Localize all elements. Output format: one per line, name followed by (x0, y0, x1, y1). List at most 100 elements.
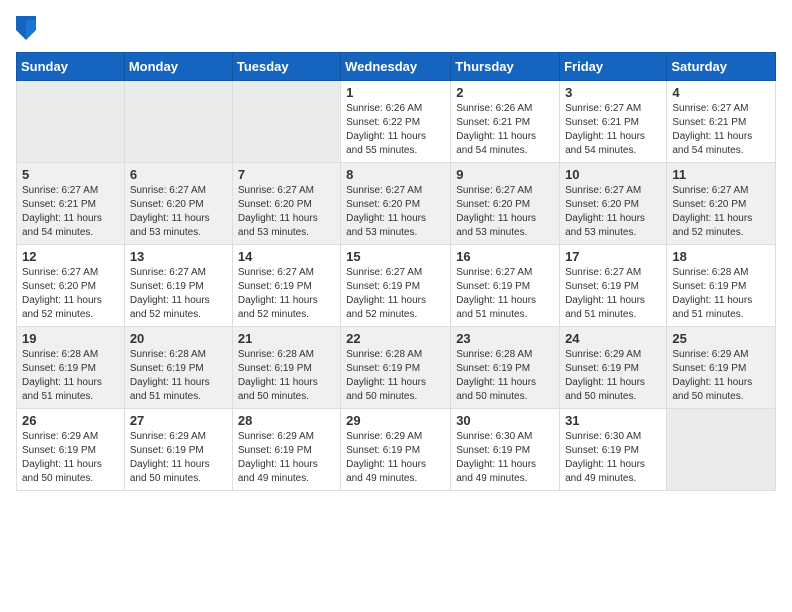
day-number: 18 (672, 249, 770, 264)
day-info: Sunrise: 6:28 AM Sunset: 6:19 PM Dayligh… (456, 348, 554, 404)
calendar-cell: 15Sunrise: 6:27 AM Sunset: 6:19 PM Dayli… (341, 245, 451, 327)
day-info: Sunrise: 6:29 AM Sunset: 6:19 PM Dayligh… (130, 430, 227, 486)
day-number: 14 (238, 249, 335, 264)
day-info: Sunrise: 6:27 AM Sunset: 6:20 PM Dayligh… (346, 184, 445, 240)
day-info: Sunrise: 6:27 AM Sunset: 6:21 PM Dayligh… (565, 102, 661, 158)
day-info: Sunrise: 6:27 AM Sunset: 6:20 PM Dayligh… (238, 184, 335, 240)
day-info: Sunrise: 6:27 AM Sunset: 6:20 PM Dayligh… (22, 266, 119, 322)
calendar-cell: 10 Sunrise: 6:27 AM Sunset: 6:20 PM Dayli… (560, 163, 667, 245)
day-info: Sunrise: 6:28 AM Sunset: 6:19 PM Dayligh… (130, 348, 227, 404)
day-number: 4 (672, 85, 770, 100)
day-info: Sunrise: 6:28 AM Sunset: 6:19 PM Dayligh… (238, 348, 335, 404)
day-number: 20 (130, 331, 227, 346)
day-number: 8 (346, 167, 445, 182)
day-number: 7 (238, 167, 335, 182)
calendar-cell: 16 Sunrise: 6:27 AM Sunset: 6:19 PM Dayli… (451, 245, 560, 327)
day-info: Sunrise: 6:27 AM Sunset: 6:21 PM Dayligh… (672, 102, 770, 158)
day-info: Sunrise: 6:27 AM Sunset: 6:20 PM Dayligh… (130, 184, 227, 240)
col-header-sunday: Sunday (17, 53, 125, 81)
day-number: 16 (456, 249, 554, 264)
calendar-cell: 21 Sunrise: 6:28 AM Sunset: 6:19 PM Dayli… (232, 327, 340, 409)
week-row-1: 1 Sunrise: 6:26 AM Sunset: 6:22 PM Daylig… (17, 81, 776, 163)
calendar-cell: 12Sunrise: 6:27 AM Sunset: 6:20 PM Dayli… (17, 245, 125, 327)
calendar-cell: 18Sunrise: 6:28 AM Sunset: 6:19 PM Dayli… (667, 245, 776, 327)
day-info: Sunrise: 6:27 AM Sunset: 6:20 PM Dayligh… (565, 184, 661, 240)
day-number: 19 (22, 331, 119, 346)
day-info: Sunrise: 6:29 AM Sunset: 6:19 PM Dayligh… (672, 348, 770, 404)
calendar-table: SundayMondayTuesdayWednesdayThursdayFrid… (16, 52, 776, 491)
day-number: 15 (346, 249, 445, 264)
day-number: 30 (456, 413, 554, 428)
calendar-cell: 30 Sunrise: 6:30 AM Sunset: 6:19 PM Dayli… (451, 409, 560, 491)
calendar-header: SundayMondayTuesdayWednesdayThursdayFrid… (17, 53, 776, 81)
day-info: Sunrise: 6:28 AM Sunset: 6:19 PM Dayligh… (346, 348, 445, 404)
day-info: Sunrise: 6:29 AM Sunset: 6:19 PM Dayligh… (238, 430, 335, 486)
day-number: 26 (22, 413, 119, 428)
day-info: Sunrise: 6:26 AM Sunset: 6:21 PM Dayligh… (456, 102, 554, 158)
col-header-friday: Friday (560, 53, 667, 81)
day-info: Sunrise: 6:27 AM Sunset: 6:21 PM Dayligh… (22, 184, 119, 240)
col-header-saturday: Saturday (667, 53, 776, 81)
calendar-cell: 31 Sunrise: 6:30 AM Sunset: 6:19 PM Dayli… (560, 409, 667, 491)
calendar-body: 1 Sunrise: 6:26 AM Sunset: 6:22 PM Daylig… (17, 81, 776, 491)
day-number: 10 (565, 167, 661, 182)
day-number: 29 (346, 413, 445, 428)
day-number: 27 (130, 413, 227, 428)
calendar-cell: 20 Sunrise: 6:28 AM Sunset: 6:19 PM Dayli… (124, 327, 232, 409)
day-number: 24 (565, 331, 661, 346)
logo-icon (16, 16, 36, 40)
calendar-cell: 4 Sunrise: 6:27 AM Sunset: 6:21 PM Daylig… (667, 81, 776, 163)
calendar-cell: 25 Sunrise: 6:29 AM Sunset: 6:19 PM Dayli… (667, 327, 776, 409)
day-number: 3 (565, 85, 661, 100)
day-info: Sunrise: 6:28 AM Sunset: 6:19 PM Dayligh… (22, 348, 119, 404)
page-header (16, 16, 776, 40)
calendar-cell: 28 Sunrise: 6:29 AM Sunset: 6:19 PM Dayli… (232, 409, 340, 491)
col-header-thursday: Thursday (451, 53, 560, 81)
week-row-5: 26 Sunrise: 6:29 AM Sunset: 6:19 PM Dayli… (17, 409, 776, 491)
calendar-cell: 17 Sunrise: 6:27 AM Sunset: 6:19 PM Dayli… (560, 245, 667, 327)
day-number: 23 (456, 331, 554, 346)
calendar-cell (232, 81, 340, 163)
day-info: Sunrise: 6:29 AM Sunset: 6:19 PM Dayligh… (22, 430, 119, 486)
calendar-cell: 23 Sunrise: 6:28 AM Sunset: 6:19 PM Dayli… (451, 327, 560, 409)
col-header-wednesday: Wednesday (341, 53, 451, 81)
day-number: 2 (456, 85, 554, 100)
day-number: 5 (22, 167, 119, 182)
calendar-cell: 11Sunrise: 6:27 AM Sunset: 6:20 PM Dayli… (667, 163, 776, 245)
col-header-tuesday: Tuesday (232, 53, 340, 81)
calendar-cell: 3 Sunrise: 6:27 AM Sunset: 6:21 PM Daylig… (560, 81, 667, 163)
col-header-monday: Monday (124, 53, 232, 81)
day-number: 21 (238, 331, 335, 346)
calendar-cell: 1 Sunrise: 6:26 AM Sunset: 6:22 PM Daylig… (341, 81, 451, 163)
calendar-cell: 19 Sunrise: 6:28 AM Sunset: 6:19 PM Dayli… (17, 327, 125, 409)
calendar-cell (667, 409, 776, 491)
calendar-cell: 7 Sunrise: 6:27 AM Sunset: 6:20 PM Daylig… (232, 163, 340, 245)
day-info: Sunrise: 6:27 AM Sunset: 6:19 PM Dayligh… (565, 266, 661, 322)
days-of-week-row: SundayMondayTuesdayWednesdayThursdayFrid… (17, 53, 776, 81)
calendar-cell: 22Sunrise: 6:28 AM Sunset: 6:19 PM Dayli… (341, 327, 451, 409)
day-number: 1 (346, 85, 445, 100)
day-number: 17 (565, 249, 661, 264)
day-info: Sunrise: 6:26 AM Sunset: 6:22 PM Dayligh… (346, 102, 445, 158)
day-info: Sunrise: 6:27 AM Sunset: 6:19 PM Dayligh… (456, 266, 554, 322)
calendar-cell: 24Sunrise: 6:29 AM Sunset: 6:19 PM Dayli… (560, 327, 667, 409)
day-info: Sunrise: 6:30 AM Sunset: 6:19 PM Dayligh… (565, 430, 661, 486)
week-row-3: 12Sunrise: 6:27 AM Sunset: 6:20 PM Dayli… (17, 245, 776, 327)
day-number: 13 (130, 249, 227, 264)
calendar-cell: 5 Sunrise: 6:27 AM Sunset: 6:21 PM Daylig… (17, 163, 125, 245)
day-info: Sunrise: 6:27 AM Sunset: 6:19 PM Dayligh… (238, 266, 335, 322)
calendar-cell: 2 Sunrise: 6:26 AM Sunset: 6:21 PM Daylig… (451, 81, 560, 163)
day-info: Sunrise: 6:30 AM Sunset: 6:19 PM Dayligh… (456, 430, 554, 486)
day-number: 6 (130, 167, 227, 182)
calendar-cell: 14 Sunrise: 6:27 AM Sunset: 6:19 PM Dayli… (232, 245, 340, 327)
week-row-2: 5 Sunrise: 6:27 AM Sunset: 6:21 PM Daylig… (17, 163, 776, 245)
calendar-cell: 29 Sunrise: 6:29 AM Sunset: 6:19 PM Dayli… (341, 409, 451, 491)
day-number: 31 (565, 413, 661, 428)
day-number: 25 (672, 331, 770, 346)
calendar-cell: 9Sunrise: 6:27 AM Sunset: 6:20 PM Daylig… (451, 163, 560, 245)
calendar-cell: 8 Sunrise: 6:27 AM Sunset: 6:20 PM Daylig… (341, 163, 451, 245)
day-number: 28 (238, 413, 335, 428)
calendar-cell: 26 Sunrise: 6:29 AM Sunset: 6:19 PM Dayli… (17, 409, 125, 491)
day-info: Sunrise: 6:29 AM Sunset: 6:19 PM Dayligh… (346, 430, 445, 486)
day-info: Sunrise: 6:27 AM Sunset: 6:20 PM Dayligh… (456, 184, 554, 240)
